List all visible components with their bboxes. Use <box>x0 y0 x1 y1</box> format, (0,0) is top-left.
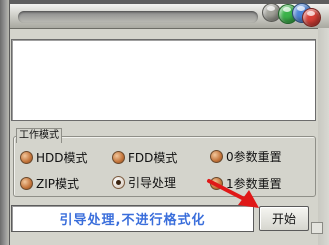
resize-grip[interactable] <box>311 222 323 234</box>
radio-param-reset-1[interactable]: 1参数重置 <box>210 174 282 192</box>
title-text-area <box>18 11 258 23</box>
radio-label: FDD模式 <box>128 150 178 165</box>
start-button[interactable]: 开始 <box>259 206 309 231</box>
radio-zip-mode[interactable]: ZIP模式 <box>20 174 79 192</box>
status-display: 引导处理,不进行格式化 <box>11 205 254 232</box>
radio-circle-icon[interactable] <box>210 176 223 190</box>
radio-hdd-mode[interactable]: HDD模式 <box>20 148 88 166</box>
work-mode-legend: 工作模式 <box>16 128 62 143</box>
radio-circle-icon[interactable] <box>20 176 33 190</box>
radio-boot-process[interactable]: 引导处理 <box>112 173 176 191</box>
window-left-edge <box>0 0 10 245</box>
radio-circle-icon[interactable] <box>210 149 223 163</box>
start-button-label: 开始 <box>271 212 296 226</box>
radio-label: HDD模式 <box>36 150 88 165</box>
radio-label: 0参数重置 <box>226 149 282 164</box>
radio-circle-icon[interactable] <box>112 150 125 164</box>
radio-label: 引导处理 <box>128 175 177 190</box>
radio-circle-icon[interactable] <box>20 150 33 164</box>
log-output-area[interactable] <box>11 39 316 121</box>
status-text: 引导处理,不进行格式化 <box>59 213 206 228</box>
radio-label: 1参数重置 <box>226 176 282 191</box>
app-window: 工作模式 HDD模式 FDD模式 0参数重置 ZIP模式 引导处理 1参数重置 … <box>0 0 329 245</box>
radio-label: ZIP模式 <box>36 176 79 191</box>
radio-param-reset-0[interactable]: 0参数重置 <box>210 147 282 165</box>
close-button[interactable] <box>302 8 321 27</box>
radio-checked-icon[interactable] <box>112 175 125 189</box>
radio-fdd-mode[interactable]: FDD模式 <box>112 148 177 166</box>
window-right-edge <box>318 28 329 245</box>
